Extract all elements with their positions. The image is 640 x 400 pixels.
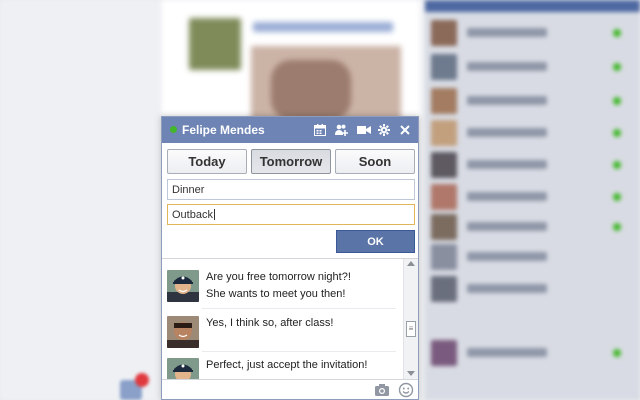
sidebar-row bbox=[431, 120, 631, 146]
message-separator bbox=[202, 351, 396, 352]
date-selector: Today Tomorrow Soon bbox=[167, 149, 415, 174]
scroll-down-arrow-icon[interactable] bbox=[407, 371, 415, 376]
emoji-icon[interactable] bbox=[398, 382, 414, 398]
feed-avatar bbox=[189, 18, 241, 70]
online-status-dot bbox=[170, 126, 177, 133]
sidebar-topbar bbox=[425, 0, 640, 12]
avatar[interactable] bbox=[167, 358, 199, 379]
chat-window: Felipe Mendes Today Tomorrow Soon Dinner… bbox=[161, 116, 419, 400]
sidebar-row bbox=[431, 214, 631, 240]
scroll-thumb[interactable]: ≡ bbox=[406, 321, 416, 337]
close-icon[interactable] bbox=[397, 122, 413, 138]
message-composer[interactable] bbox=[162, 379, 418, 399]
sidebar-row bbox=[431, 276, 631, 302]
sidebar-row bbox=[431, 184, 631, 210]
text-caret bbox=[213, 209, 215, 220]
message-line: Are you free tomorrow night?! bbox=[206, 271, 351, 283]
tomorrow-button[interactable]: Tomorrow bbox=[251, 149, 331, 174]
chat-header[interactable]: Felipe Mendes bbox=[162, 117, 418, 143]
message-text: Perfect, just accept the invitation! bbox=[206, 357, 401, 374]
event-title-input[interactable]: Dinner bbox=[167, 179, 415, 200]
sidebar-row bbox=[431, 54, 631, 80]
sidebar-row bbox=[431, 340, 631, 366]
sidebar-row bbox=[431, 244, 631, 270]
message-separator bbox=[202, 308, 396, 309]
video-call-icon[interactable] bbox=[356, 122, 372, 138]
message-item: Are you free tomorrow night?! She wants … bbox=[167, 267, 399, 307]
message-list[interactable]: Are you free tomorrow night?! She wants … bbox=[162, 259, 403, 379]
event-title-value: Dinner bbox=[172, 184, 205, 196]
scroll-up-arrow-icon[interactable] bbox=[407, 261, 415, 266]
settings-icon[interactable] bbox=[376, 122, 392, 138]
event-location-value: Outback bbox=[172, 209, 213, 221]
notification-badge-blurred bbox=[120, 372, 152, 400]
feed-photo-detail bbox=[271, 60, 351, 120]
message-item: Perfect, just accept the invitation! bbox=[167, 355, 399, 379]
sidebar-row bbox=[431, 152, 631, 178]
add-friend-icon[interactable] bbox=[334, 122, 350, 138]
friends-sidebar-blurred bbox=[425, 0, 640, 400]
message-line: She wants to meet you then! bbox=[206, 288, 346, 300]
chat-title[interactable]: Felipe Mendes bbox=[182, 123, 265, 137]
soon-button[interactable]: Soon bbox=[335, 149, 415, 174]
today-button[interactable]: Today bbox=[167, 149, 247, 174]
message-text: Yes, I think so, after class! bbox=[206, 315, 401, 332]
message-line: Yes, I think so, after class! bbox=[206, 317, 334, 329]
message-scrollbar[interactable]: ≡ bbox=[403, 259, 418, 379]
sidebar-row bbox=[431, 88, 631, 114]
message-line: Perfect, just accept the invitation! bbox=[206, 359, 368, 371]
message-item: Yes, I think so, after class! bbox=[167, 313, 399, 353]
feed-name bbox=[253, 22, 393, 32]
message-text: Are you free tomorrow night?! She wants … bbox=[206, 269, 401, 303]
ok-button[interactable]: OK bbox=[336, 230, 415, 253]
sidebar-row bbox=[431, 20, 631, 46]
event-location-input[interactable]: Outback bbox=[167, 204, 415, 225]
camera-icon[interactable] bbox=[374, 382, 390, 398]
calendar-icon[interactable] bbox=[312, 122, 328, 138]
avatar[interactable] bbox=[167, 270, 199, 302]
avatar[interactable] bbox=[167, 316, 199, 348]
